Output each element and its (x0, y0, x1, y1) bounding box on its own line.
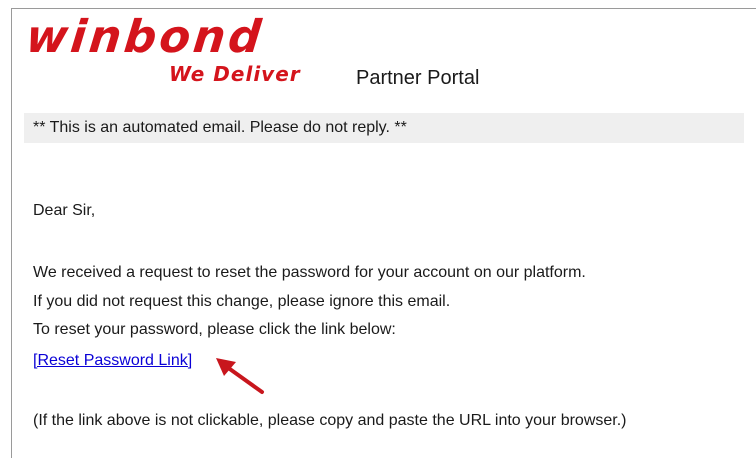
logo-tagline: We Deliver (169, 62, 301, 86)
automated-notice-bar: ** This is an automated email. Please do… (24, 113, 744, 143)
body-line-3: To reset your password, please click the… (33, 321, 396, 338)
body-line-1: We received a request to reset the passw… (33, 264, 586, 281)
body-line-2: If you did not request this change, plea… (33, 293, 451, 310)
red-arrow-icon (216, 358, 264, 394)
winbond-logo: winbond (23, 10, 267, 63)
reset-password-link[interactable]: [Reset Password Link] (33, 353, 192, 369)
greeting: Dear Sir, (33, 202, 96, 219)
automated-notice-text: ** This is an automated email. Please do… (33, 119, 407, 136)
brand-header: winbond We Deliver Partner Portal (23, 10, 484, 104)
footer-note: (If the link above is not clickable, ple… (33, 412, 627, 429)
portal-label: Partner Portal (356, 67, 480, 89)
